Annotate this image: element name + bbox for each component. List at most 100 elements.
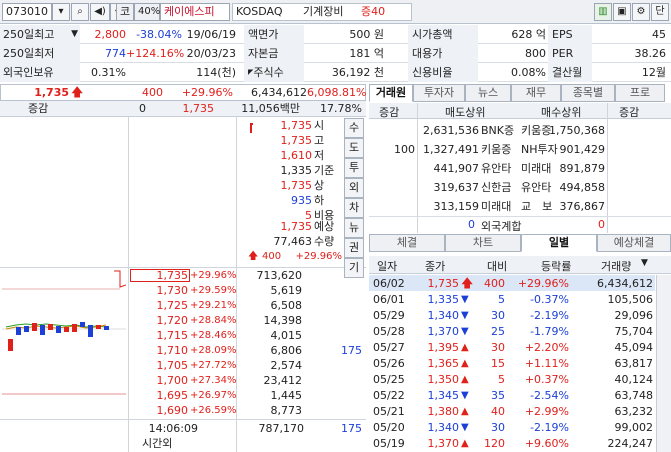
table-row[interactable]: 1,720 +28.84% 14,398 (128, 313, 366, 328)
volume: 6,434,612 (251, 86, 307, 99)
bid-extra (304, 313, 362, 328)
side-tab[interactable]: 뉴 (344, 218, 364, 238)
tab-1[interactable]: 투자자 (413, 84, 465, 102)
table-row[interactable]: 1,695 +26.97% 1,445 (128, 388, 366, 403)
up-arrow-icon: ▲ (461, 438, 469, 449)
side-tab[interactable]: 권 (344, 238, 364, 258)
summary-value: 935 (291, 194, 312, 207)
table-row[interactable]: 06/01 1,335 ▼ 5 -0.37% 105,506 (369, 291, 655, 307)
date-cell: 05/25 (373, 373, 405, 386)
header-label: 거래량 (601, 260, 632, 273)
side-tab[interactable]: 도 (344, 138, 364, 158)
tab-0[interactable]: 거래원 (369, 84, 413, 102)
expected-qty-label: 수량 (314, 235, 335, 248)
expected-price-label: 예상 (314, 220, 335, 233)
chart-icon[interactable]: ▥ (594, 3, 612, 21)
summary-value: 1,335 (280, 164, 313, 177)
market-toggle-button[interactable]: 코 (116, 3, 134, 21)
value: 181 억 (349, 47, 384, 60)
header-pct: 17.78% (320, 102, 362, 115)
broker-change (369, 161, 415, 176)
tab-5[interactable]: 프로 (615, 84, 665, 102)
broker-change (369, 180, 415, 195)
tab-0[interactable]: 체결 (369, 234, 445, 252)
speaker-icon[interactable]: ◀) (90, 3, 110, 21)
buy-qty: 1,750,368 (549, 124, 605, 137)
table-row[interactable]: 05/25 1,350 ▲ 5 +0.37% 40,124 (369, 371, 655, 387)
side-tab[interactable]: 수 (344, 118, 364, 138)
bid-qty: 5,619 (270, 284, 303, 297)
side-tab[interactable]: 차 (344, 198, 364, 218)
tab-2[interactable]: 뉴스 (465, 84, 511, 102)
list-item[interactable]: 2,631,536 BNK증 키움증 1,750,368 (369, 121, 671, 140)
list-item[interactable]: 313,159 미래대 교 보 376,867 (369, 197, 671, 216)
date-cell: 05/29 (373, 309, 405, 322)
dropdown-arrow-icon[interactable]: ▾ (52, 3, 70, 21)
close-cell: 1,735 (427, 277, 460, 290)
tab-2[interactable]: 일별 (521, 234, 597, 252)
label: 250일최저 (0, 44, 80, 63)
table-row[interactable]: 1,730 +29.59% 5,619 (128, 283, 366, 298)
dropdown-arrow-icon[interactable]: ▼ (71, 25, 78, 44)
side-tab[interactable]: 외 (344, 178, 364, 198)
table-row[interactable]: 05/26 1,365 ▲ 15 +1.11% 63,817 (369, 355, 655, 371)
unit-button[interactable]: 단 (651, 3, 669, 21)
bid-extra (304, 373, 362, 388)
change-cell: 120 (484, 437, 505, 450)
table-row[interactable]: 05/19 1,370 ▲ 120 +9.60% 224,247 (369, 435, 655, 451)
table-row[interactable]: 05/28 1,370 ▼ 25 -1.79% 75,704 (369, 323, 655, 339)
stock-name-field[interactable]: 케이에스피 (160, 3, 230, 21)
header-label: 매수상위 (541, 106, 582, 119)
window-icon[interactable]: ▣ (613, 3, 631, 21)
tab-3[interactable]: 예상체결 (597, 234, 671, 252)
label: 외국인보유 (0, 63, 80, 82)
bid-extra (304, 388, 362, 403)
table-row[interactable]: 05/20 1,340 ▼ 30 -2.19% 99,002 (369, 419, 655, 435)
summary-label: 저 (314, 149, 325, 162)
close-cell: 1,345 (427, 389, 460, 402)
up-arrow-icon: ▲ (461, 406, 469, 417)
after-hours-label[interactable]: 시간외 (142, 436, 172, 451)
list-item[interactable]: 319,637 신한금 유안타 494,858 (369, 178, 671, 197)
table-row[interactable]: 1,715 +28.46% 4,015 (128, 328, 366, 343)
table-row[interactable]: 1,725 +29.21% 6,508 (128, 298, 366, 313)
chevron-down-icon[interactable]: ▼ (641, 258, 648, 268)
gear-icon[interactable]: ⚙ (632, 3, 650, 21)
tab-3[interactable]: 재무 (511, 84, 561, 102)
sell-qty: 319,637 (433, 181, 480, 194)
table-row[interactable]: 1,705 +27.72% 2,574 (128, 358, 366, 373)
change-cell: 15 (491, 357, 505, 370)
bid-qty: 2,574 (270, 359, 303, 372)
daily-scrollbar[interactable] (656, 275, 671, 452)
table-row[interactable]: 1,710 +28.09% 6,806 175 (128, 343, 366, 358)
down-arrow-icon: ▼ (461, 310, 469, 321)
list-item[interactable]: 441,907 유안타 미래대 891,879 (369, 159, 671, 178)
summary-value: 1,735 (280, 179, 313, 192)
table-row[interactable]: 05/21 1,380 ▲ 40 +2.99% 63,232 (369, 403, 655, 419)
table-row[interactable]: 05/22 1,345 ▼ 35 -2.54% 63,748 (369, 387, 655, 403)
order-book-header: 증감 0 1,735 11,056백만 17.78% (0, 101, 366, 117)
tab-1[interactable]: 차트 (445, 234, 521, 252)
quote-time: 14:06:09 (148, 422, 198, 435)
right-panel: 거래원 투자자 뉴스 재무 종목별 프로 증감 매도상위 매수상위 증감 2,631,53… (369, 84, 671, 452)
sell-broker: BNK증 (481, 124, 515, 137)
table-row[interactable]: 1,690 +26.59% 8,773 (128, 403, 366, 418)
table-row[interactable]: 05/29 1,340 ▼ 30 -2.19% 29,096 (369, 307, 655, 323)
side-tab-strip: 수도투외차뉴권기 (344, 118, 364, 278)
table-row[interactable]: 06/02 1,735 🡅 400 +29.96% 6,434,612 (369, 275, 655, 291)
table-row[interactable]: 1,735 +29.96% 713,620 (128, 268, 366, 283)
header-label: 등락률 (541, 260, 572, 273)
change-cell: 5 (498, 373, 505, 386)
table-row[interactable]: 1,700 +27.34% 23,412 (128, 373, 366, 388)
stock-code-input[interactable]: 073010 (2, 3, 52, 21)
table-row[interactable]: 05/27 1,395 ▲ 30 +2.20% 45,094 (369, 339, 655, 355)
list-item[interactable]: 100 1,327,491 키움증 NH투자 901,429 (369, 140, 671, 159)
label: 250일최고 (3, 28, 55, 41)
change-cell: 35 (491, 389, 505, 402)
summary-label: 시 (314, 119, 325, 132)
side-tab[interactable]: 투 (344, 158, 364, 178)
tab-4[interactable]: 종목별 (561, 84, 615, 102)
value: 114(천) (196, 66, 236, 79)
search-icon[interactable]: ⌕ (71, 3, 89, 21)
margin-pct-button[interactable]: 40% (134, 3, 160, 21)
